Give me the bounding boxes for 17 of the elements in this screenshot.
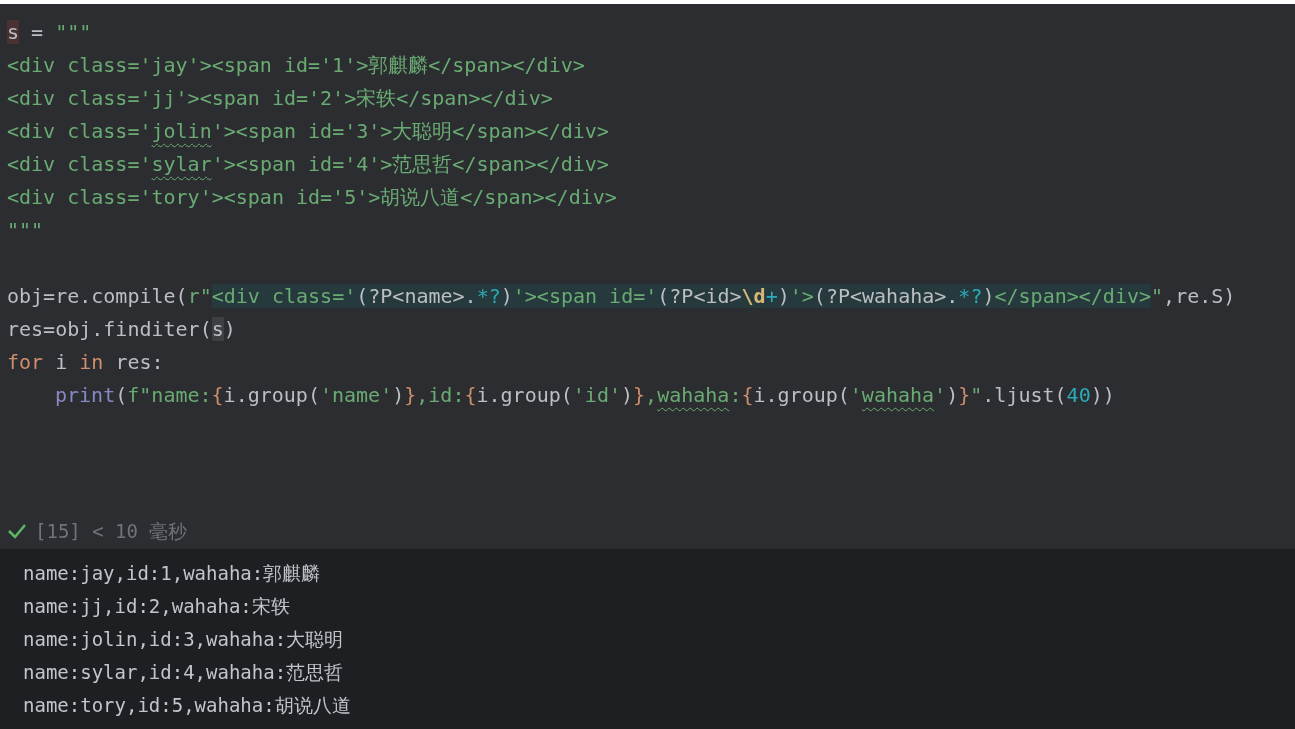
code-line: obj=re.compile(r"<div class='(?P<name>.*?)'><span id='(?P<id>\d+)'>(?P<wahaha>.*?)</span></div>",re.S): [7, 283, 1236, 310]
code-line: <div class='jay'><span id='1'>郭麒麟</span></div>: [7, 52, 585, 79]
output-line: name:jj,id:2,wahaha:宋轶: [23, 594, 290, 619]
output-line: name:jay,id:1,wahaha:郭麒麟: [23, 561, 321, 586]
code-line: for i in res:: [7, 349, 164, 376]
code-line: print(f"name:{i.group('name')},id:{i.group('id')},wahaha:{i.group('wahaha')}".ljust(40)): [55, 382, 1115, 409]
code-line: <div class='jj'><span id='2'>宋轶</span></div>: [7, 85, 553, 112]
code-line: res=obj.finditer(s): [7, 316, 236, 343]
code-line: <div class='sylar'><span id='4'>范思哲</span></div>: [7, 151, 609, 178]
output-line: name:sylar,id:4,wahaha:范思哲: [23, 660, 344, 685]
code-line: s = """: [7, 19, 92, 46]
code-line: """: [7, 217, 44, 244]
execution-status: [15] < 10 毫秒: [35, 518, 188, 544]
output-line: name:tory,id:5,wahaha:胡说八道: [23, 693, 351, 718]
code-line: <div class='jolin'><span id='3'>大聪明</span></div>: [7, 118, 609, 145]
code-line: <div class='tory'><span id='5'>胡说八道</span></div>: [7, 184, 617, 211]
output-line: name:jolin,id:3,wahaha:大聪明: [23, 627, 344, 652]
